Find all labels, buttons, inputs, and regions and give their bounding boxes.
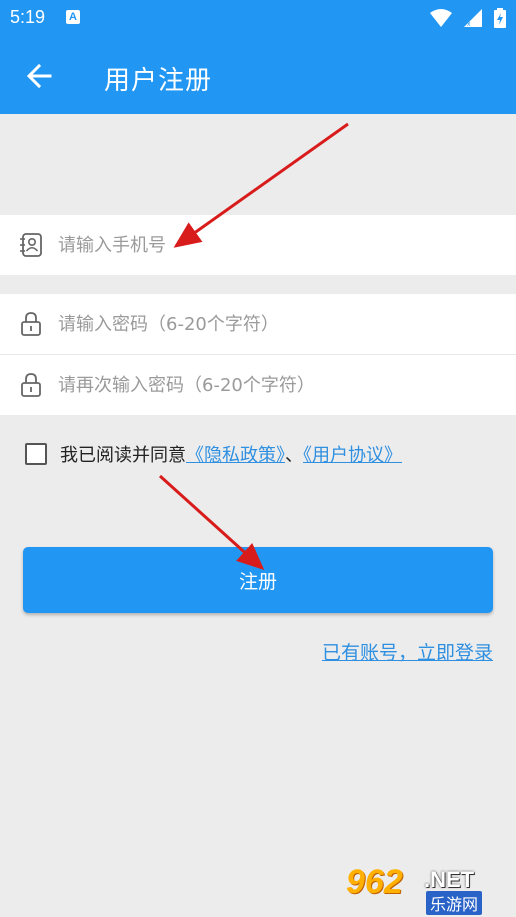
contact-card-icon (20, 233, 42, 257)
wifi-icon (429, 9, 452, 27)
phone-input[interactable] (58, 215, 498, 275)
confirm-password-field (0, 355, 516, 415)
signal-icon: x (463, 9, 482, 28)
user-agreement-link[interactable]: 《用户协议》 (303, 445, 402, 466)
site-watermark: 962 .NET 乐游网 (346, 863, 506, 915)
password-field (0, 294, 516, 354)
app-bar: 用户注册 (0, 36, 516, 114)
login-link[interactable]: 已有账号，立即登录 (322, 638, 493, 665)
status-bar: 5:19 A x (0, 0, 516, 36)
register-button-label: 注册 (238, 570, 277, 593)
agreement-checkbox[interactable] (25, 443, 47, 465)
back-button[interactable] (18, 56, 62, 96)
notification-icon: A (66, 10, 80, 24)
watermark-suffix: .NET (424, 867, 475, 892)
agreement-separator: 、 (285, 445, 303, 466)
watermark-number: 962 (346, 863, 403, 901)
svg-text:x: x (467, 21, 471, 28)
lock-icon (21, 312, 41, 336)
page-title: 用户注册 (104, 66, 213, 96)
privacy-policy-link[interactable]: 《隐私政策》 (186, 445, 285, 466)
arrow-left-icon (26, 63, 52, 89)
status-time: 5:19 (10, 7, 46, 27)
watermark-site-name: 乐游网 (426, 891, 483, 915)
phone-field (0, 215, 516, 275)
confirm-password-input[interactable] (58, 355, 498, 415)
status-icons: x (424, 8, 506, 28)
password-input[interactable] (58, 294, 498, 354)
battery-icon (494, 8, 506, 28)
register-button[interactable]: 注册 (23, 547, 493, 613)
agreement-text: 我已阅读并同意《隐私政策》、《用户协议》 (60, 441, 402, 467)
lock-icon (21, 373, 41, 397)
agreement-prefix: 我已阅读并同意 (60, 445, 186, 466)
